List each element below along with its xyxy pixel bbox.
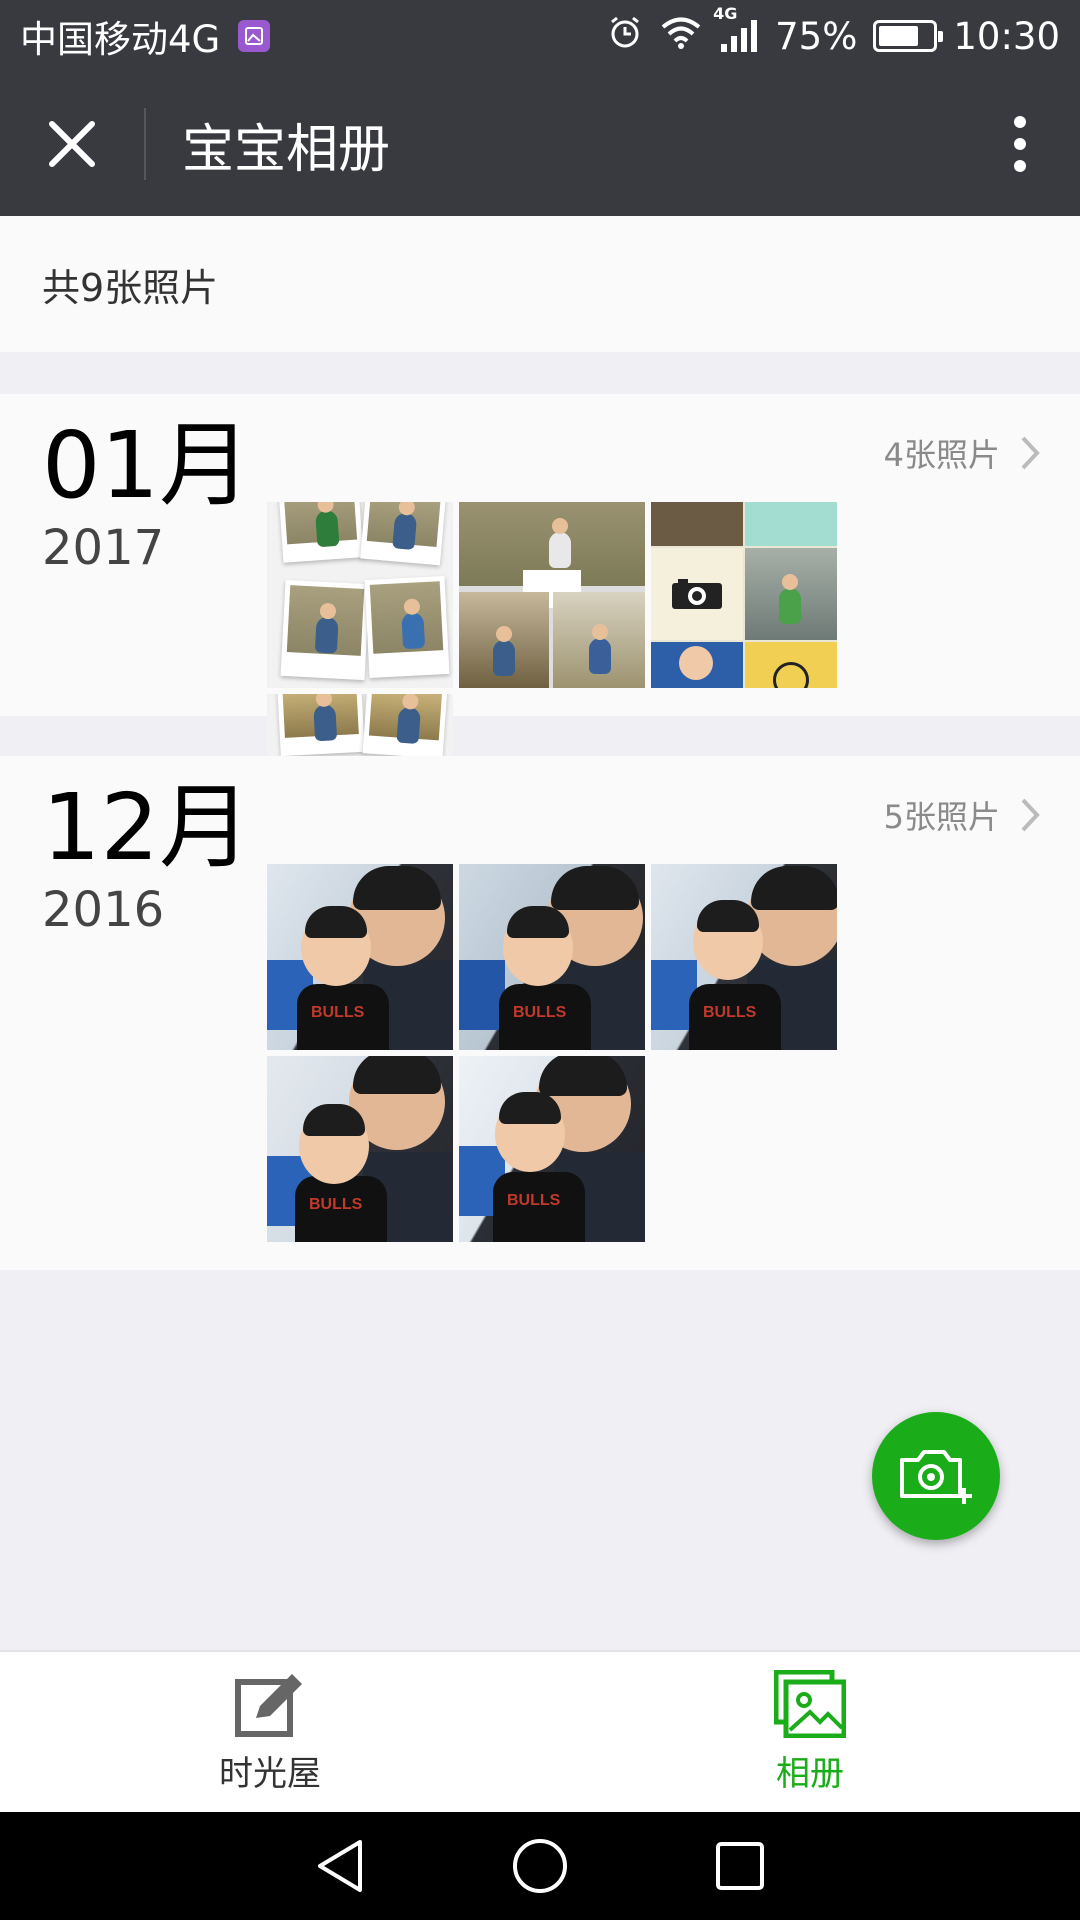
total-photos-label: 共9张照片 bbox=[42, 265, 219, 310]
month-count-link[interactable]: 4张照片 bbox=[884, 430, 1040, 476]
gallery-notification-icon bbox=[238, 20, 271, 52]
bottom-tab-bar: 时光屋 相册 bbox=[0, 1650, 1080, 1812]
back-triangle-icon bbox=[318, 1840, 362, 1892]
photo-thumbnail[interactable] bbox=[459, 1056, 645, 1242]
photo-thumbnail[interactable] bbox=[459, 502, 645, 688]
tab-label: 相册 bbox=[776, 1753, 844, 1794]
month-date: 12月 2016 bbox=[42, 774, 252, 939]
photo-summary: 共9张照片 bbox=[0, 216, 1080, 352]
photo-thumbnail[interactable] bbox=[267, 502, 453, 688]
home-button[interactable] bbox=[510, 1836, 570, 1896]
recents-button[interactable] bbox=[710, 1836, 770, 1896]
month-count-label: 5张照片 bbox=[883, 798, 1000, 836]
status-bar: 中国移动4G 4G 75% 10:30 bbox=[0, 0, 1080, 72]
recents-square-icon bbox=[716, 1842, 764, 1890]
close-icon bbox=[49, 121, 95, 167]
year-number: 2016 bbox=[42, 882, 165, 938]
chevron-right-icon bbox=[1021, 436, 1040, 470]
photo-thumbnail[interactable] bbox=[267, 864, 453, 1050]
back-button[interactable] bbox=[310, 1836, 370, 1896]
month-count-link[interactable]: 5张照片 bbox=[884, 792, 1040, 838]
home-circle-icon bbox=[513, 1839, 567, 1893]
system-nav-bar bbox=[0, 1812, 1080, 1920]
battery-percent: 75% bbox=[775, 14, 858, 58]
month-date: 01月 2017 bbox=[42, 412, 252, 577]
photo-grid bbox=[267, 864, 1027, 1242]
month-count-label: 4张照片 bbox=[883, 436, 1000, 474]
photo-thumbnail[interactable] bbox=[651, 864, 837, 1050]
title-divider bbox=[144, 108, 146, 180]
album-icon bbox=[774, 1669, 846, 1738]
year-number: 2017 bbox=[42, 520, 165, 576]
month-group-2016-12: 12月 2016 5张照片 bbox=[0, 756, 1080, 1270]
month-number: 01月 bbox=[42, 412, 252, 519]
more-button[interactable] bbox=[960, 72, 1080, 216]
battery-icon bbox=[873, 20, 944, 52]
photo-thumbnail[interactable] bbox=[267, 1056, 453, 1242]
tab-timehouse[interactable]: 时光屋 bbox=[0, 1652, 540, 1812]
network-type-label: 4G bbox=[713, 4, 738, 23]
camera-add-icon bbox=[900, 1450, 972, 1504]
month-group-2017-01: 01月 2017 4张照片 bbox=[0, 394, 1080, 880]
add-photo-button[interactable] bbox=[872, 1412, 1000, 1540]
close-button[interactable] bbox=[0, 72, 144, 216]
chevron-right-icon bbox=[1021, 798, 1040, 832]
edit-icon bbox=[235, 1673, 302, 1737]
month-number: 12月 bbox=[42, 774, 252, 881]
photo-thumbnail[interactable] bbox=[459, 864, 645, 1050]
more-vertical-icon bbox=[1014, 116, 1026, 172]
title-bar: 宝宝相册 bbox=[0, 72, 1080, 216]
wifi-icon bbox=[659, 14, 703, 59]
clock: 10:30 bbox=[953, 14, 1060, 58]
tab-label: 时光屋 bbox=[219, 1753, 321, 1794]
signal-icon: 4G bbox=[713, 4, 759, 54]
photo-thumbnail[interactable] bbox=[651, 502, 837, 688]
tab-album[interactable]: 相册 bbox=[540, 1652, 1080, 1812]
alarm-icon bbox=[607, 14, 643, 59]
carrier-name: 中国移动4G bbox=[20, 18, 221, 61]
page-title: 宝宝相册 bbox=[182, 119, 391, 180]
camera-graphic-icon bbox=[672, 579, 722, 609]
